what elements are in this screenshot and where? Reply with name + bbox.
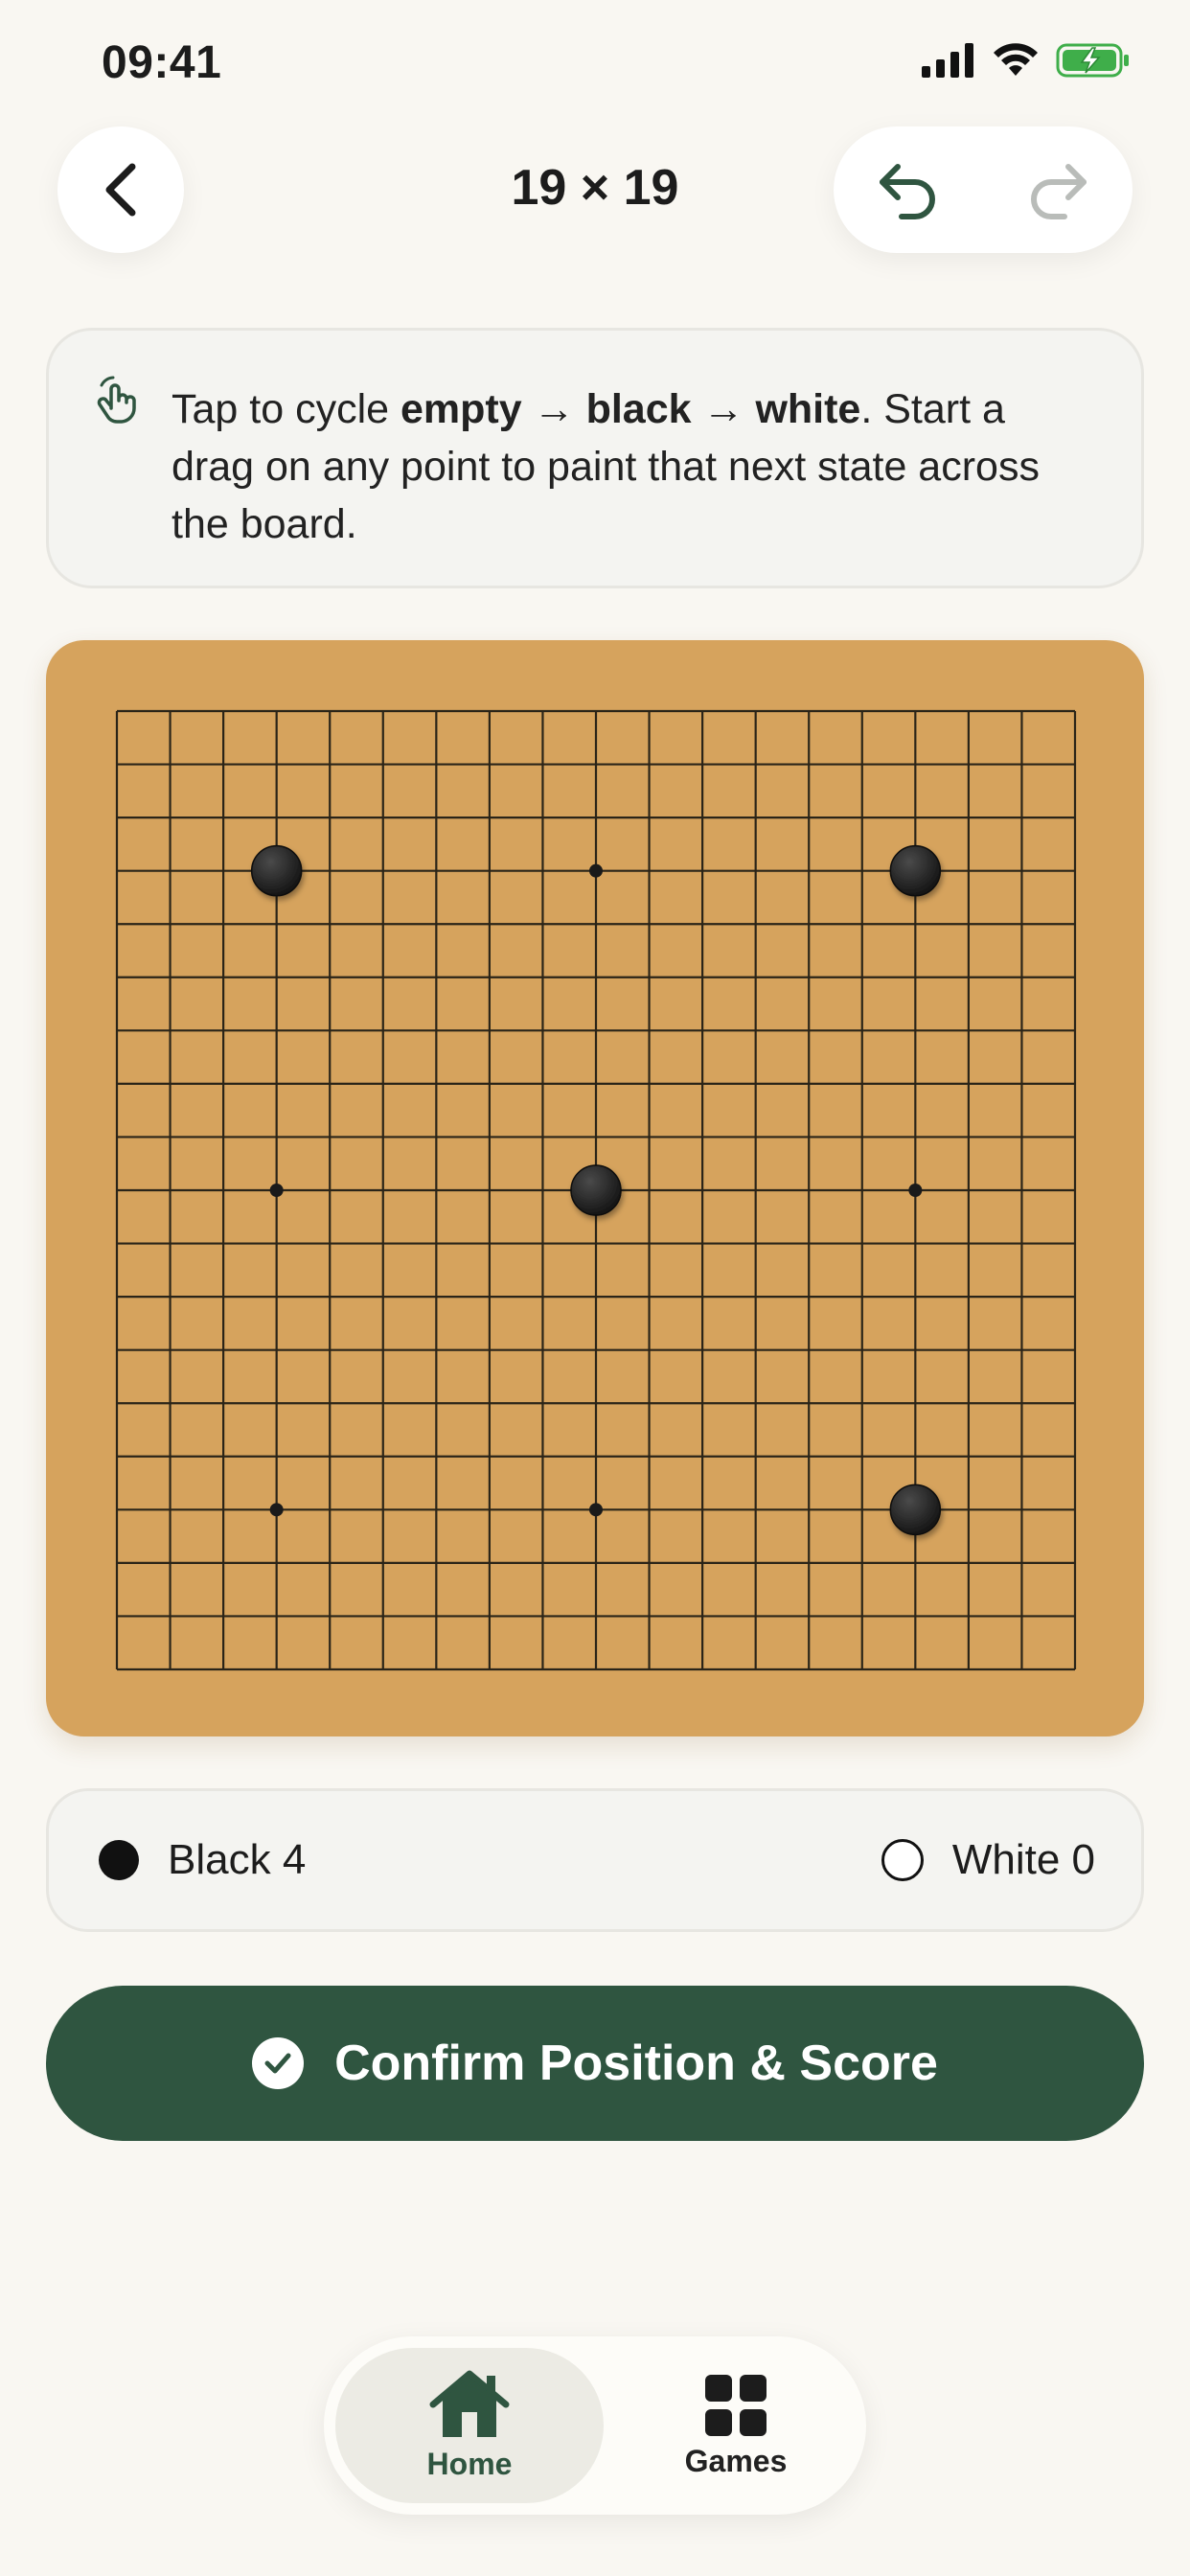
confirm-label: Confirm Position & Score (334, 2036, 938, 2091)
status-time: 09:41 (102, 37, 222, 88)
hint-card: Tap to cycle empty → black → white. Star… (46, 328, 1144, 588)
tab-bar: Home Games (324, 2336, 866, 2515)
tab-games[interactable]: Games (617, 2348, 855, 2503)
hint-text: Tap to cycle empty → black → white. Star… (172, 386, 1040, 547)
board-grid[interactable] (46, 640, 1144, 1736)
black-stone[interactable] (889, 1484, 942, 1536)
white-stone-icon (881, 1839, 924, 1881)
cellular-signal-icon (922, 43, 973, 78)
star-point (269, 1503, 284, 1517)
house-icon (429, 2370, 510, 2437)
black-stone[interactable] (570, 1164, 622, 1216)
tab-home[interactable]: Home (335, 2348, 604, 2503)
go-board[interactable] (46, 640, 1144, 1736)
battery-charging-icon (1056, 43, 1129, 78)
star-point (589, 863, 603, 878)
black-count-label: Black 4 (168, 1836, 307, 1883)
undo-button[interactable] (875, 159, 942, 220)
status-icons (922, 42, 1131, 79)
black-count: Black 4 (99, 1836, 306, 1884)
black-stone[interactable] (250, 844, 303, 897)
wifi-icon (994, 43, 1038, 76)
tab-games-label: Games (684, 2443, 788, 2478)
redo-icon (1031, 164, 1087, 219)
tab-home-label: Home (426, 2446, 513, 2481)
white-count-label: White 0 (951, 1836, 1095, 1883)
black-stone[interactable] (889, 844, 942, 897)
stone-counter-card: Black 4 White 0 (46, 1788, 1144, 1932)
grid-icon (705, 2374, 767, 2436)
confirm-position-button[interactable]: Confirm Position & Score (46, 1986, 1144, 2141)
star-point (908, 1184, 923, 1197)
hand-tap-icon (97, 376, 136, 424)
redo-button[interactable] (1024, 159, 1091, 220)
white-count: White 0 (881, 1836, 1095, 1884)
undo-icon (880, 164, 935, 219)
check-circle-icon (252, 2037, 305, 2089)
undo-redo-group (834, 126, 1133, 253)
star-point (269, 1184, 284, 1197)
star-point (589, 1503, 603, 1517)
black-stone-icon (99, 1840, 139, 1880)
